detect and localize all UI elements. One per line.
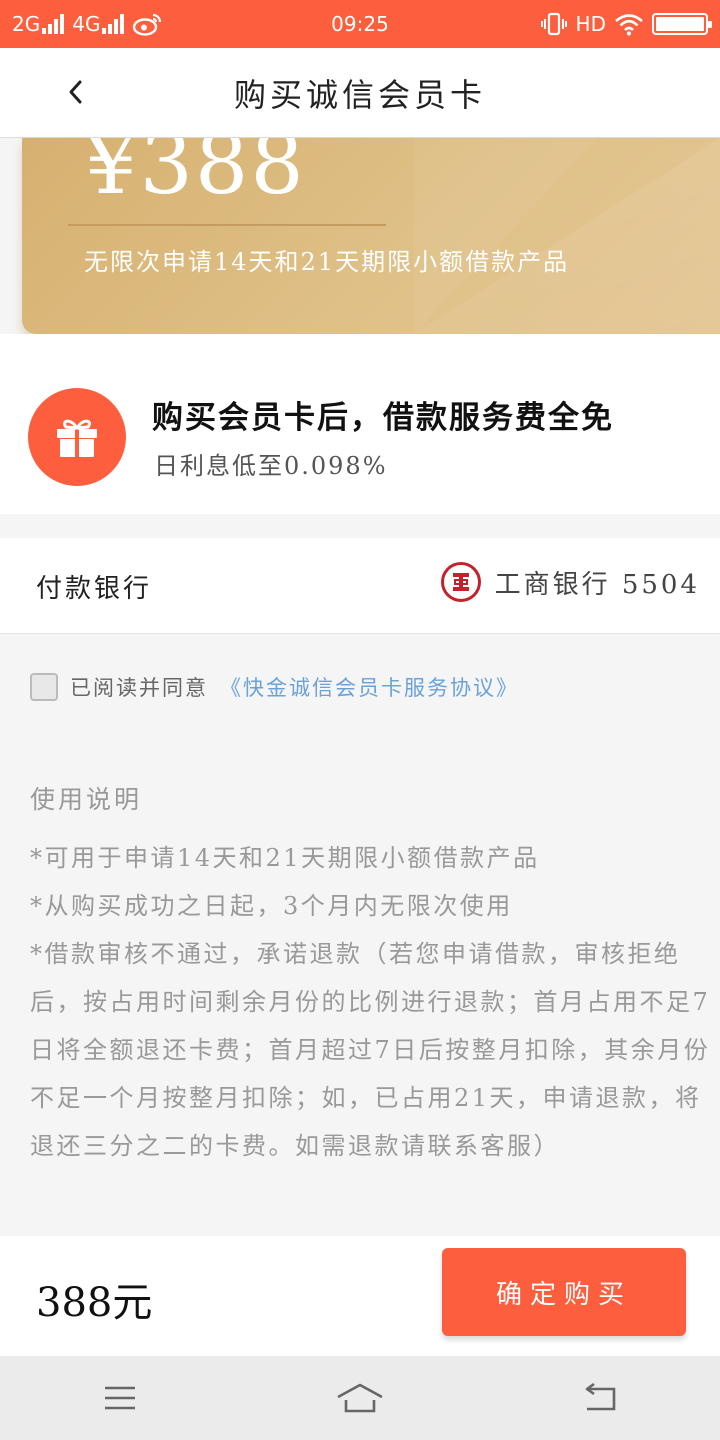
signal-bars-icon bbox=[42, 14, 65, 34]
status-left: 2G 4G bbox=[12, 12, 162, 36]
card-description: 无限次申请14天和21天期限小额借款产品 bbox=[84, 248, 570, 276]
menu-icon bbox=[105, 1386, 135, 1410]
return-icon bbox=[585, 1383, 616, 1411]
agreement-checkbox[interactable] bbox=[30, 673, 58, 701]
vibrate-icon bbox=[540, 12, 567, 36]
confirm-purchase-button[interactable]: 确定购买 bbox=[442, 1248, 686, 1336]
benefit-section: 购买会员卡后，借款服务费全免 日利息低至0.098% bbox=[0, 334, 720, 514]
agreement-link[interactable]: 《快金诚信会员卡服务协议》 bbox=[220, 672, 519, 702]
hd-label: HD bbox=[575, 12, 606, 36]
agreement-text: 已阅读并同意 bbox=[70, 676, 208, 700]
instruction-item: *借款审核不通过，承诺退款（若您申请借款，审核拒绝后，按占用时间剩余月份的比例进… bbox=[30, 940, 711, 1160]
instructions-title: 使用说明 bbox=[30, 785, 143, 814]
wifi-icon bbox=[615, 14, 643, 36]
home-icon bbox=[337, 1383, 383, 1413]
weibo-icon bbox=[133, 13, 162, 36]
status-right: HD bbox=[540, 12, 712, 36]
instruction-item: *从购买成功之日起，3个月内无限次使用 bbox=[30, 892, 513, 920]
system-nav-bar bbox=[0, 1356, 720, 1440]
signal-4g: 4G bbox=[72, 12, 125, 36]
battery-icon bbox=[652, 13, 712, 35]
benefit-subtitle: 日利息低至0.098% bbox=[154, 452, 388, 480]
instructions-list: *可用于申请14天和21天期限小额借款产品 *从购买成功之日起，3个月内无限次使… bbox=[30, 834, 720, 1170]
icbc-logo-icon bbox=[440, 562, 481, 602]
bank-value: 工商银行 5504 bbox=[440, 562, 700, 602]
gift-icon bbox=[28, 388, 126, 486]
back-button[interactable] bbox=[56, 72, 96, 112]
status-bar: 2G 4G 09:25 HD bbox=[0, 0, 720, 48]
signal-2g: 2G bbox=[12, 12, 65, 36]
signal-bars-icon bbox=[102, 14, 125, 34]
page-title: 购买诚信会员卡 bbox=[233, 75, 486, 114]
bank-label: 付款银行 bbox=[36, 574, 153, 604]
total-price: 388元 bbox=[36, 1280, 153, 1326]
network-4g-label: 4G bbox=[72, 12, 101, 36]
home-button[interactable] bbox=[330, 1373, 390, 1423]
menu-button[interactable] bbox=[90, 1373, 150, 1423]
bank-name: 工商银行 5504 bbox=[494, 569, 700, 600]
instruction-item: *可用于申请14天和21天期限小额借款产品 bbox=[30, 844, 540, 872]
agreement-row: 已阅读并同意 《快金诚信会员卡服务协议》 bbox=[30, 672, 519, 702]
member-card: ¥388 无限次申请14天和21天期限小额借款产品 bbox=[22, 138, 720, 334]
network-2g-label: 2G bbox=[12, 12, 41, 36]
nav-bar: 购买诚信会员卡 bbox=[0, 48, 720, 138]
payment-bank-row[interactable]: 付款银行 工商银行 5504 bbox=[0, 538, 720, 634]
purchase-bar: 388元 确定购买 bbox=[0, 1236, 720, 1356]
back-nav-button[interactable] bbox=[570, 1373, 630, 1423]
card-divider bbox=[68, 224, 386, 226]
card-price: ¥388 bbox=[84, 138, 306, 213]
benefit-title: 购买会员卡后，借款服务费全免 bbox=[152, 400, 614, 436]
chevron-left-icon bbox=[69, 80, 82, 104]
